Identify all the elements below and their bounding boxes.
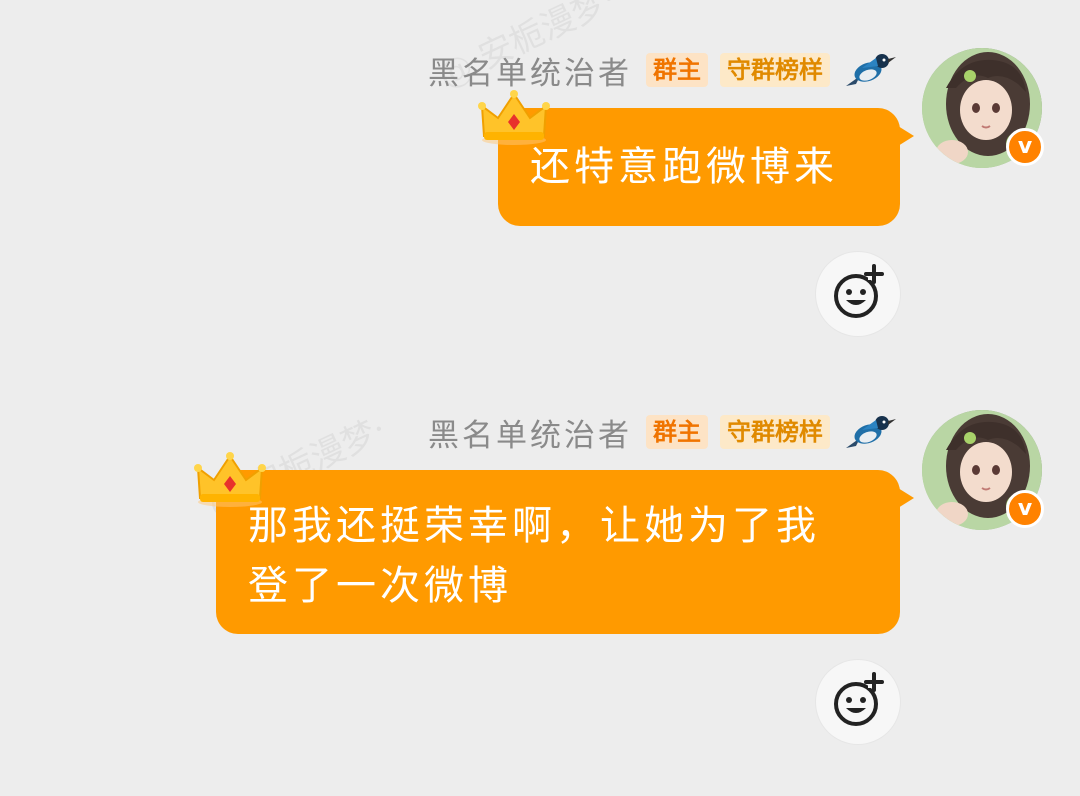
smiley-plus-icon [834, 672, 884, 726]
sender-name[interactable]: 黑名单统治者 [428, 410, 632, 455]
sender-name[interactable]: 黑名单统治者 [428, 48, 632, 93]
group-owner-badge: 群主 [646, 53, 708, 87]
verified-badge-icon: v [1006, 490, 1044, 528]
add-reaction-button[interactable] [816, 252, 900, 336]
avatar[interactable]: v [922, 48, 1044, 168]
group-guard-badge: 守群榜样 [720, 53, 830, 87]
message-text-line: 那我还挺荣幸啊，让她为了我 [248, 503, 820, 549]
crown-icon [194, 452, 266, 507]
add-reaction-button[interactable] [816, 660, 900, 744]
message-text: 还特意跑微博来 [530, 144, 838, 190]
bird-icon [846, 54, 896, 86]
sender-row: 黑名单统治者 群主 守群榜样 [428, 410, 898, 455]
verified-badge-icon: v [1006, 128, 1044, 166]
message-bubble[interactable]: 那我还挺荣幸啊，让她为了我 登了一次微博 [216, 470, 914, 634]
sender-row: 黑名单统治者 群主 守群榜样 [428, 48, 898, 93]
smiley-plus-icon [834, 264, 884, 318]
message-text-line: 登了一次微博 [248, 563, 512, 609]
message-bubble[interactable]: 还特意跑微博来 [498, 108, 914, 226]
avatar[interactable]: v [922, 410, 1044, 530]
bird-icon [846, 416, 896, 448]
crown-icon [478, 90, 550, 145]
group-guard-badge: 守群榜样 [720, 415, 830, 449]
group-owner-badge: 群主 [646, 415, 708, 449]
